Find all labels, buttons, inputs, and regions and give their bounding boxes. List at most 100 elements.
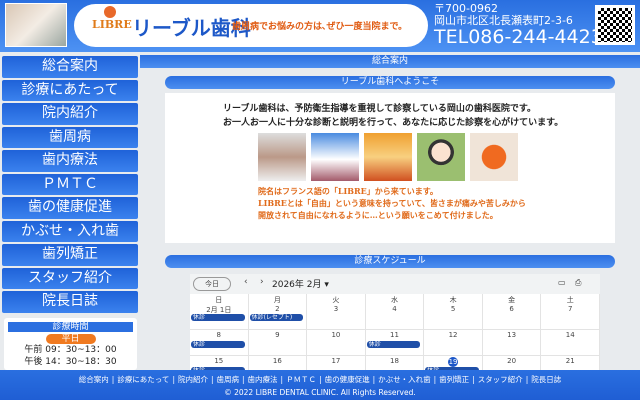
day-number: 2月 1日 [206, 306, 232, 314]
footer-link[interactable]: 診療にあたって [117, 375, 169, 384]
calendar-day[interactable]: 木5 [424, 294, 483, 330]
footer-link[interactable]: 院内紹介 [178, 375, 208, 384]
nav-item[interactable]: 総合案内 [2, 56, 138, 78]
nav-item[interactable]: かぶせ・入れ歯 [2, 220, 138, 242]
day-number: 17 [331, 357, 341, 365]
calendar-day[interactable]: 金6 [482, 294, 542, 330]
calendar-event[interactable]: 休診 [191, 341, 245, 348]
day-number: 3 [333, 305, 339, 313]
woman-apple-image [417, 133, 465, 181]
weekday-badge: 平日 [45, 334, 96, 344]
nav-item[interactable]: 歯列矯正 [2, 244, 138, 266]
name-note: LIBREとは「自由」という意味を持っていて、皆さまが痛みや苦しみから [258, 198, 526, 208]
day-number: 15 [214, 357, 224, 365]
calendar-day[interactable]: 月 2 休診(レセプト) [248, 294, 308, 330]
clinic-exterior-image [258, 133, 306, 181]
day-number: 16 [272, 357, 282, 365]
calendar-day[interactable]: 11 休診 [365, 330, 425, 356]
footer-link[interactable]: ＰＭＴＣ [286, 375, 316, 384]
calendar-event[interactable]: 休診(レセプト) [249, 314, 304, 321]
nav-item[interactable]: 診療にあたって [2, 79, 138, 101]
nav-item[interactable]: 院長日誌 [2, 291, 138, 313]
separator: | [242, 375, 245, 384]
nav-item[interactable]: ＰＭＴＣ [2, 173, 138, 195]
separator: | [472, 375, 475, 384]
logo-text: LIBRE [92, 18, 132, 31]
logo-plate-image [470, 133, 518, 181]
print-icon[interactable]: ⎙ [575, 278, 581, 288]
footer-link[interactable]: 歯列矯正 [439, 375, 469, 384]
hours-pm: 午後 14：30~18：30 [24, 357, 117, 367]
nav-item[interactable]: スタッフ紹介 [2, 267, 138, 289]
nav-item[interactable]: 歯周病 [2, 126, 138, 148]
name-note: 院名はフランス語の「LIBRE」から来ています。 [258, 186, 438, 196]
day-number: 12 [448, 331, 458, 339]
footer-link[interactable]: 歯の健康促進 [325, 375, 370, 384]
today-button[interactable]: 今日 [193, 277, 231, 291]
separator: | [210, 375, 214, 384]
month-selector[interactable]: 2026年 2月 ▾ [272, 277, 329, 290]
day-number: 14 [565, 331, 575, 339]
schedule-calendar: 今日 ‹ › 2026年 2月 ▾ ▭ ⎙ 日 2月 1日 休診月 2 休診(レセプト)… [190, 274, 600, 382]
day-number: 19 [448, 357, 459, 367]
day-number: 2 [275, 305, 280, 313]
separator: | [372, 375, 376, 384]
weekday-label: 水 [390, 296, 398, 304]
calendar-toolbar: 今日 ‹ › 2026年 2月 ▾ ▭ ⎙ [190, 274, 600, 294]
next-month-button[interactable]: › [260, 277, 264, 287]
intro-line: リーブル歯科は、予防衛生指導を重視して診察している岡山の歯科医院です。 [223, 104, 537, 114]
calendar-grid: 日 2月 1日 休診月 2 休診(レセプト) 火 3 水 4 木 5 金 6 土 7 8 休診 9 10 11 休診 12… [190, 294, 600, 382]
calendar-day[interactable]: 水4 [365, 294, 425, 330]
footer: 総合案内 | 診療にあたって | 院内紹介 | 歯周病 | 歯内療法 | ＰＭＴＣ | 歯の健康促進 | か… [0, 370, 640, 400]
separator: | [172, 375, 175, 384]
calendar-day[interactable]: 14 [541, 330, 600, 356]
calendar-event[interactable]: 休診 [366, 341, 421, 348]
calendar-day[interactable]: 日 2月 1日 休診 [190, 294, 249, 330]
calendar-event[interactable]: 休診 [191, 314, 245, 321]
footer-link[interactable]: 歯周病 [217, 375, 240, 384]
clinic-photo [5, 3, 67, 47]
calendar-day[interactable]: 13 [482, 330, 542, 356]
nav-item[interactable]: 歯内療法 [2, 150, 138, 172]
footer-link[interactable]: かぶせ・入れ歯 [378, 375, 431, 384]
welcome-panel: リーブル歯科は、予防衛生指導を重視して診察している岡山の歯科医院です。 お一人お… [165, 93, 615, 243]
calendar-day[interactable]: 8 休診 [190, 330, 249, 356]
reception-image [364, 133, 412, 181]
day-number: 13 [507, 331, 517, 339]
nav-item[interactable]: 歯の健康促進 [2, 197, 138, 219]
tagline: 歯周病でお悩みの方は､ぜひ一度当院まで。 [232, 22, 408, 32]
day-number: 21 [565, 357, 575, 365]
day-number: 4 [392, 305, 397, 313]
day-number: 18 [390, 357, 399, 365]
footer-link[interactable]: 歯内療法 [248, 375, 278, 384]
footer-links: 総合案内 | 診療にあたって | 院内紹介 | 歯周病 | 歯内療法 | ＰＭＴＣ | 歯の健康促進 | か… [0, 374, 640, 385]
separator: | [319, 375, 322, 384]
footer-link[interactable]: 総合案内 [79, 375, 109, 384]
calendar-day[interactable]: 火3 [307, 294, 366, 330]
day-number: 8 [216, 331, 222, 339]
calendar-day[interactable]: 12 [424, 330, 483, 356]
weekday-label: 土 [566, 296, 574, 304]
footer-link[interactable]: 院長日誌 [531, 375, 561, 384]
header: LIBRE リーブル歯科 歯周病でお悩みの方は､ぜひ一度当院まで。 〒700-0… [0, 0, 640, 52]
nav-item[interactable]: 院内紹介 [2, 103, 138, 125]
name-note: 開放されて自由になれるように…という願いをこめて付けました。 [258, 210, 498, 220]
calendar-day[interactable]: 9 [248, 330, 308, 356]
phone-number: TEL086-244-4423 [434, 26, 603, 48]
sky-flowers-image [311, 133, 359, 181]
footer-link[interactable]: スタッフ紹介 [478, 375, 523, 384]
calendar-day[interactable]: 土7 [541, 294, 600, 330]
welcome-title: リーブル歯科へようこそ [165, 76, 615, 89]
section-title: 総合案内 [140, 55, 640, 68]
logo-banner[interactable]: LIBRE リーブル歯科 歯周病でお悩みの方は､ぜひ一度当院まで。 [74, 4, 428, 47]
separator: | [111, 375, 115, 384]
separator: | [525, 375, 529, 384]
intro-line: お一人お一人に十分な診断と説明を行って、あなたに応じた診察を心がけています。 [223, 118, 564, 128]
hours-title: 診療時間 [8, 322, 133, 332]
day-number: 7 [567, 305, 573, 313]
calendar-day[interactable]: 10 [307, 330, 366, 356]
prev-month-button[interactable]: ‹ [244, 277, 248, 287]
separator: | [433, 375, 437, 384]
feedback-icon[interactable]: ▭ [558, 278, 566, 287]
copyright: © 2022 LIBRE DENTAL CLINIC. All Rights R… [224, 388, 416, 397]
